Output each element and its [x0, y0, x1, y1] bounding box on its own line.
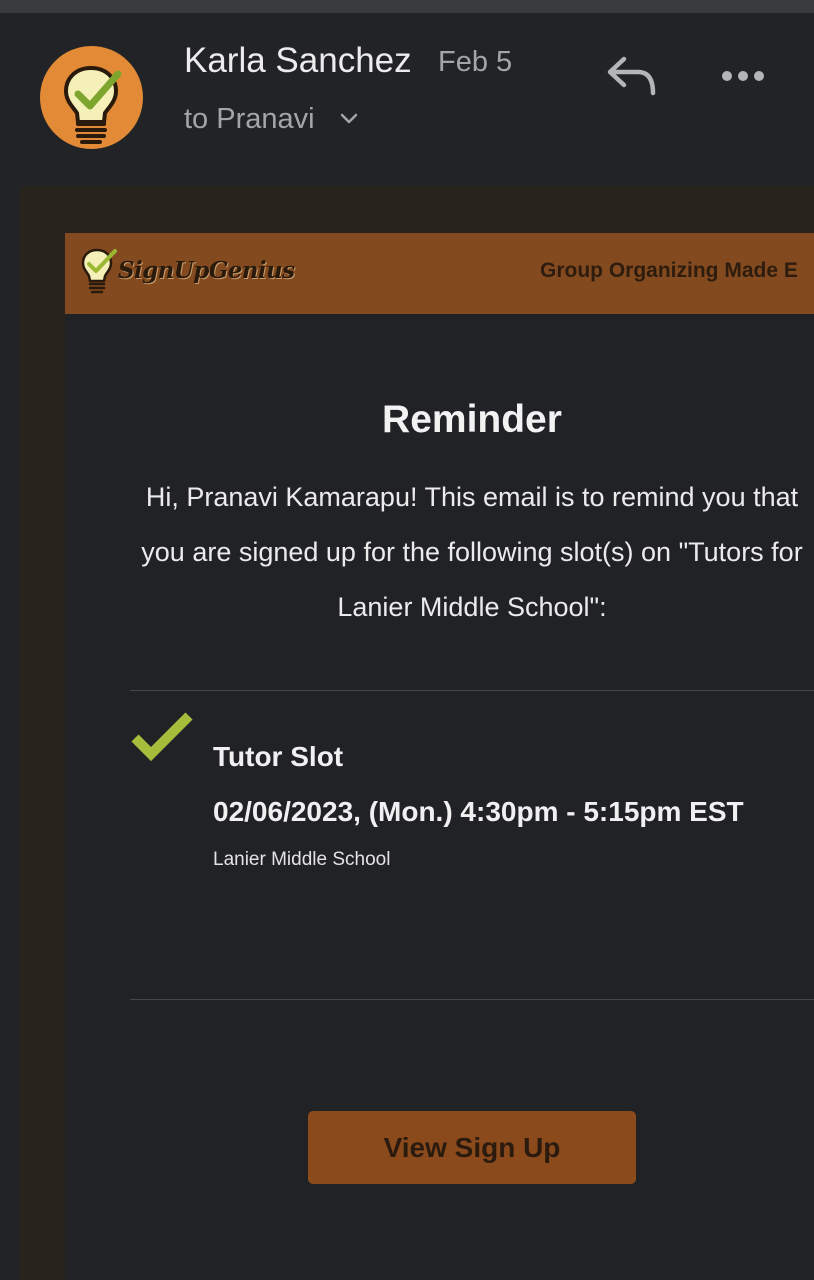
divider-top — [130, 690, 814, 691]
email-date: Feb 5 — [438, 46, 513, 78]
slot-location: Lanier Middle School — [213, 849, 391, 870]
recipient-label[interactable]: to Pranavi — [184, 103, 315, 136]
slot-title: Tutor Slot — [213, 741, 344, 772]
slot-datetime: 02/06/2023, (Mon.) 4:30pm - 5:15pm EST — [213, 796, 744, 827]
signupgenius-logo-icon — [81, 248, 117, 294]
sender-name[interactable]: Karla Sanchez — [184, 41, 412, 81]
top-status-strip — [0, 0, 814, 13]
email-title: Reminder — [382, 398, 562, 441]
chevron-down-icon[interactable] — [340, 113, 358, 125]
checkmark-icon — [131, 712, 193, 762]
sender-avatar[interactable] — [40, 46, 143, 149]
signupgenius-banner[interactable]: SignUpGenius Group Organizing Made E — [65, 233, 814, 314]
reminder-message: Hi, Pranavi Kamarapu! This email is to r… — [141, 482, 803, 622]
reply-icon[interactable] — [606, 55, 658, 97]
view-sign-up-button[interactable]: View Sign Up — [308, 1111, 636, 1184]
more-options-icon[interactable] — [720, 64, 766, 88]
brand-tagline: Group Organizing Made E — [540, 259, 798, 282]
lightbulb-check-icon — [63, 65, 122, 144]
brand-name: SignUpGenius — [118, 257, 295, 284]
divider-bottom — [130, 999, 814, 1000]
